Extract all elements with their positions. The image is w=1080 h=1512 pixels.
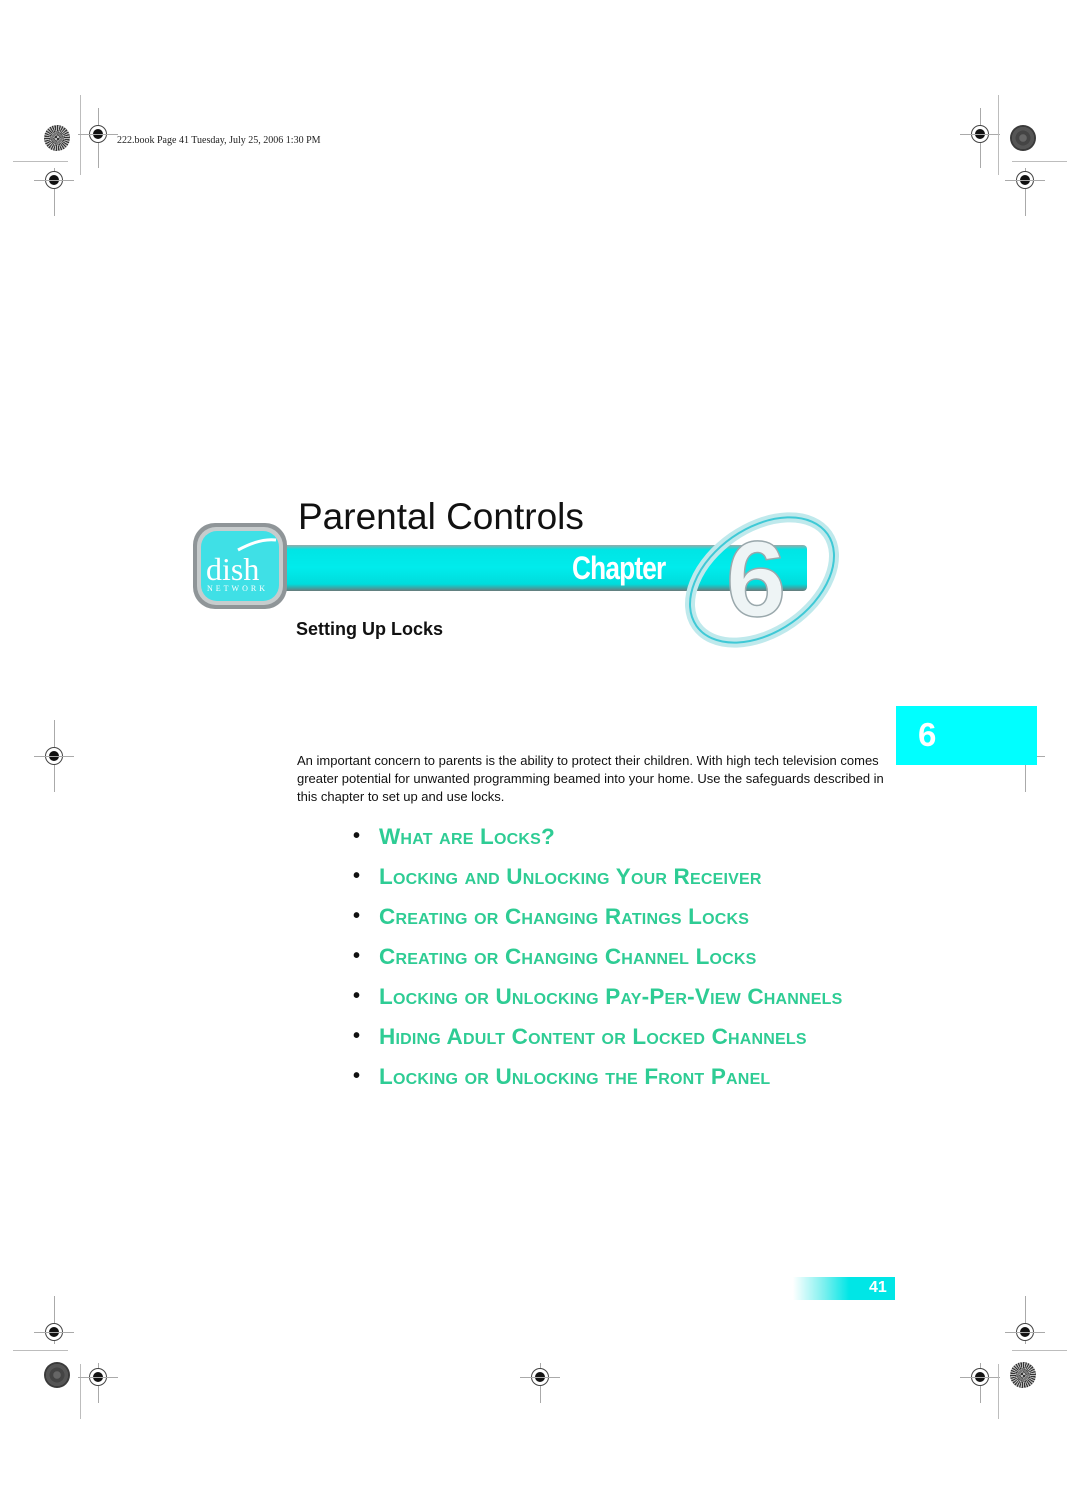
chapter-number: 6	[726, 518, 786, 639]
crop-line	[13, 1350, 68, 1351]
chapter-side-tab-number: 6	[918, 716, 937, 753]
registration-dot-icon	[44, 1362, 70, 1388]
toc-link-ratings-locks[interactable]: Creating or Changing Ratings Locks	[379, 904, 749, 929]
logo-wordmark: dish	[206, 551, 259, 587]
registration-target-icon	[78, 125, 118, 143]
crop-line	[80, 95, 81, 175]
toc-link-channel-locks[interactable]: Creating or Changing Channel Locks	[379, 944, 757, 969]
registration-target-icon	[520, 1368, 560, 1386]
toc-link-hiding-adult-content[interactable]: Hiding Adult Content or Locked Channels	[379, 1024, 807, 1049]
registration-target-icon	[960, 1368, 1000, 1386]
bullet-icon: •	[353, 985, 361, 1007]
toc-item[interactable]: • Hiding Adult Content or Locked Channels	[350, 1020, 890, 1053]
registration-starburst-icon	[44, 125, 70, 151]
section-list: • What are Locks? • Locking and Unlocking …	[350, 820, 890, 1100]
bullet-icon: •	[353, 865, 361, 887]
bullet-icon: •	[353, 1025, 361, 1047]
page-number: 41	[869, 1279, 887, 1296]
registration-target-icon	[1005, 171, 1045, 189]
toc-item[interactable]: • Creating or Changing Ratings Locks	[350, 900, 890, 933]
registration-target-icon	[78, 1368, 118, 1386]
bullet-icon: •	[353, 1065, 361, 1087]
chapter-subtitle: Setting Up Locks	[296, 619, 444, 639]
toc-link-locking-receiver[interactable]: Locking and Unlocking Your Receiver	[379, 864, 762, 889]
crop-line	[1012, 161, 1067, 162]
logo-subtext: NETWORK	[207, 584, 268, 593]
chapter-banner-label: Chapter	[572, 550, 666, 586]
toc-link-what-are-locks[interactable]: What are Locks?	[379, 824, 555, 849]
toc-item[interactable]: • Creating or Changing Channel Locks	[350, 940, 890, 973]
toc-item[interactable]: • Locking or Unlocking Pay-Per-View Chann…	[350, 980, 890, 1013]
bullet-icon: •	[353, 905, 361, 927]
print-header: 222.book Page 41 Tuesday, July 25, 2006 …	[117, 135, 321, 146]
registration-dot-icon	[1010, 125, 1036, 151]
registration-target-icon	[34, 1323, 74, 1341]
crop-line	[998, 1364, 999, 1419]
registration-target-icon	[960, 125, 1000, 143]
toc-link-pay-per-view[interactable]: Locking or Unlocking Pay-Per-View Channe…	[379, 984, 843, 1009]
chapter-number-ring-icon: 6	[684, 512, 840, 648]
bullet-icon: •	[353, 945, 361, 967]
registration-target-icon	[34, 747, 74, 765]
registration-target-icon	[1005, 1323, 1045, 1341]
toc-item[interactable]: • Locking or Unlocking the Front Panel	[350, 1060, 890, 1093]
crop-line	[1012, 1350, 1067, 1351]
registration-target-icon	[34, 171, 74, 189]
crop-line	[998, 95, 999, 175]
dish-network-logo: dish NETWORK	[193, 523, 287, 609]
toc-item[interactable]: • Locking and Unlocking Your Receiver	[350, 860, 890, 893]
toc-link-front-panel[interactable]: Locking or Unlocking the Front Panel	[379, 1064, 770, 1089]
intro-paragraph: An important concern to parents is the a…	[297, 753, 884, 804]
registration-starburst-icon	[1010, 1362, 1036, 1388]
crop-line	[80, 1364, 81, 1419]
chapter-title: Parental Controls	[298, 496, 584, 537]
crop-line	[13, 161, 68, 162]
bullet-icon: •	[353, 825, 361, 847]
toc-item[interactable]: • What are Locks?	[350, 820, 890, 853]
